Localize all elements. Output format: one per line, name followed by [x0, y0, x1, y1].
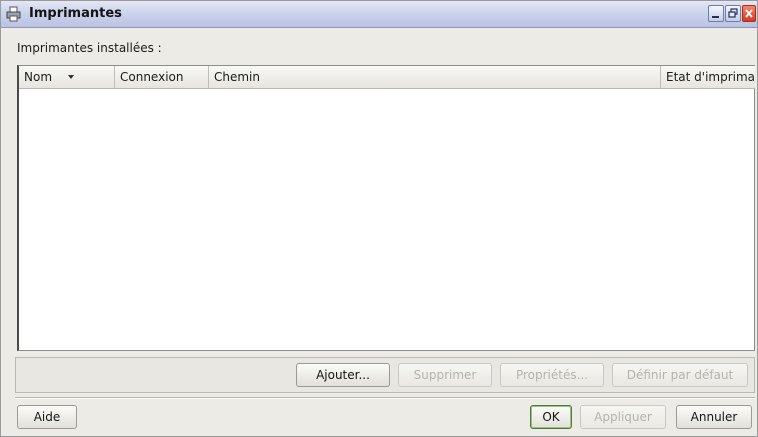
footer-separator — [15, 397, 755, 399]
printer-actions-bar: Ajouter... Supprimer Propriétés... Défin… — [15, 357, 755, 393]
printers-table[interactable]: Nom Connexion Chemin Etat d'imprima — [17, 65, 755, 351]
set-default-button[interactable]: Définir par défaut — [612, 363, 748, 387]
close-icon — [745, 9, 753, 18]
column-header-label: Connexion — [120, 70, 184, 84]
add-printer-button[interactable]: Ajouter... — [296, 363, 390, 387]
installed-printers-label: Imprimantes installées : — [17, 41, 162, 55]
column-header-label: Chemin — [214, 70, 260, 84]
ok-button[interactable]: OK — [530, 405, 572, 429]
column-header-label: Etat d'imprima — [666, 70, 755, 84]
title-bar[interactable]: Imprimantes — [1, 1, 757, 28]
restore-icon — [728, 8, 738, 18]
apply-button[interactable]: Appliquer — [580, 405, 666, 429]
close-button[interactable] — [742, 5, 756, 22]
column-header-path[interactable]: Chemin — [209, 66, 661, 88]
minimize-button[interactable] — [708, 5, 724, 22]
sort-desc-icon — [68, 75, 74, 79]
printers-dialog: Imprimantes Imprimantes installées : Nom — [0, 0, 758, 437]
properties-button[interactable]: Propriétés... — [500, 363, 604, 387]
delete-printer-button[interactable]: Supprimer — [398, 363, 492, 387]
help-button[interactable]: Aide — [17, 405, 77, 429]
column-header-connection[interactable]: Connexion — [115, 66, 209, 88]
window-title: Imprimantes — [29, 6, 122, 21]
table-header: Nom Connexion Chemin Etat d'imprima — [19, 66, 755, 89]
column-header-label: Nom — [24, 70, 53, 84]
cancel-button[interactable]: Annuler — [676, 405, 752, 429]
column-header-status[interactable]: Etat d'imprima — [661, 66, 755, 88]
maximize-button[interactable] — [725, 5, 741, 22]
printer-app-icon — [6, 6, 22, 22]
minimize-icon — [712, 16, 719, 18]
column-header-name[interactable]: Nom — [19, 66, 115, 88]
